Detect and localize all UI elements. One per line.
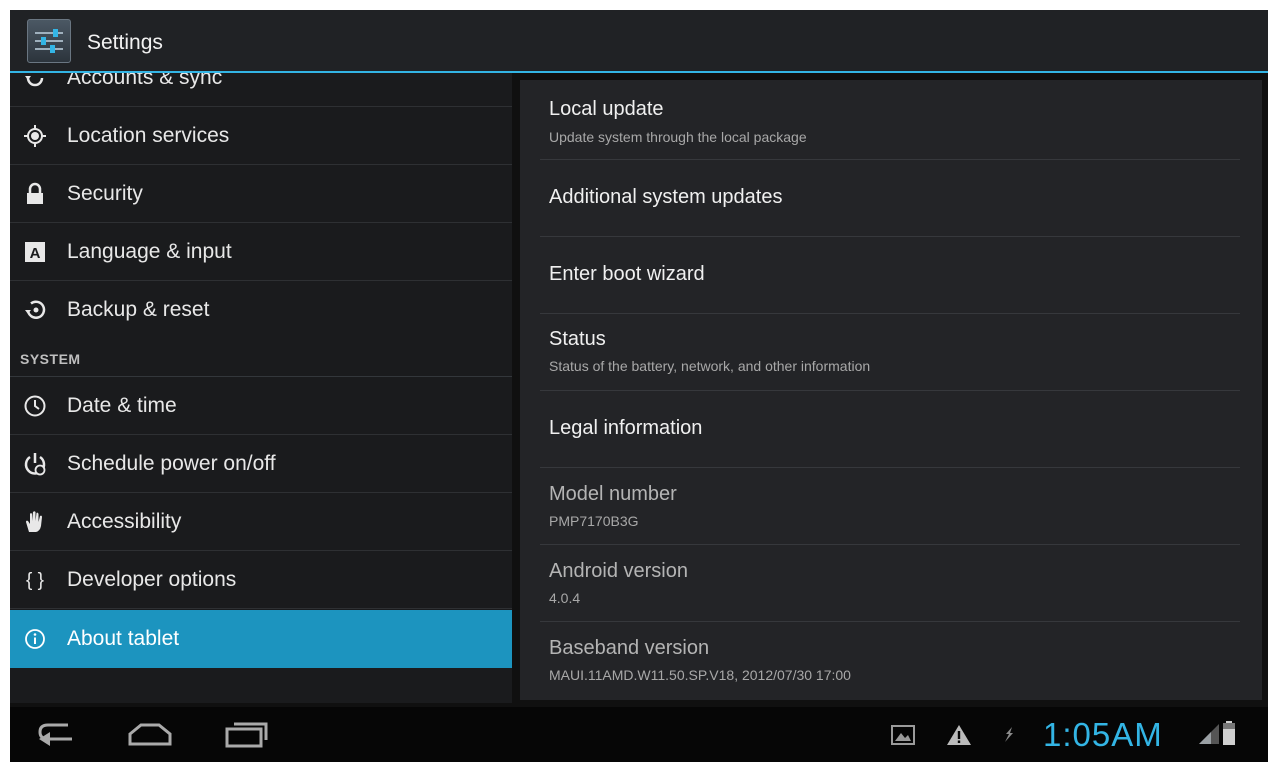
android-version-item[interactable]: Android version 4.0.4 xyxy=(540,545,1240,622)
recent-apps-icon[interactable] xyxy=(224,720,268,753)
item-subtitle: Update system through the local package xyxy=(549,129,807,145)
sidebar-item-label: Location services xyxy=(67,123,230,147)
sidebar-item-label: Backup & reset xyxy=(67,298,210,321)
item-value: 4.0.4 xyxy=(549,590,581,606)
sidebar-item-label: Accessibility xyxy=(67,509,182,533)
item-value: MAUI.11AMD.W11.50.SP.V18, 2012/07/30 17:… xyxy=(549,667,851,683)
item-subtitle: Status of the battery, network, and othe… xyxy=(549,358,871,374)
sync-icon xyxy=(22,73,48,91)
schedule-power-icon xyxy=(22,451,48,477)
lock-icon xyxy=(22,181,48,207)
sidebar-item-label: About tablet xyxy=(67,627,180,650)
settings-categories: Accounts & sync Location services Securi… xyxy=(10,73,512,703)
item-title: Enter boot wizard xyxy=(549,263,705,285)
sidebar-item-label: Date & time xyxy=(67,393,177,417)
item-title: Model number xyxy=(549,483,677,505)
backup-icon xyxy=(22,297,48,323)
sidebar-item-backup-reset[interactable]: Backup & reset xyxy=(10,281,512,339)
sidebar-item-schedule-power[interactable]: Schedule power on/off xyxy=(10,435,512,493)
item-title: Android version xyxy=(549,560,688,582)
item-title: Baseband version xyxy=(549,637,710,659)
item-title: Legal information xyxy=(549,417,703,439)
usb-debug-icon[interactable] xyxy=(1002,726,1016,749)
sidebar-item-label: Accounts & sync xyxy=(67,73,223,89)
sidebar-item-label: Developer options xyxy=(67,567,237,591)
sidebar-item-language-input[interactable]: A Language & input xyxy=(10,223,512,281)
sidebar-item-label: Security xyxy=(67,181,143,205)
section-header-label: SYSTEM xyxy=(20,351,81,367)
sidebar-item-accounts-sync[interactable]: Accounts & sync xyxy=(10,73,512,107)
tablet-screen: Settings Accounts & sync Location servic… xyxy=(10,10,1268,762)
info-icon xyxy=(22,626,48,652)
app-title: Settings xyxy=(87,31,163,54)
about-tablet-panel: Local update Update system through the l… xyxy=(520,80,1262,700)
back-icon[interactable] xyxy=(38,721,80,752)
warning-icon[interactable] xyxy=(946,724,972,751)
sidebar-item-developer-options[interactable]: { } Developer options xyxy=(10,551,512,609)
status-clock[interactable]: 1:05AM xyxy=(1043,716,1163,754)
additional-updates-item[interactable]: Additional system updates xyxy=(540,160,1240,237)
signal-icon xyxy=(1197,722,1221,751)
legal-info-item[interactable]: Legal information xyxy=(540,391,1240,468)
local-update-item[interactable]: Local update Update system through the l… xyxy=(540,80,1240,160)
item-title: Status xyxy=(549,328,606,350)
sidebar-item-about-tablet[interactable]: About tablet xyxy=(10,610,512,668)
sidebar-item-location[interactable]: Location services xyxy=(10,107,512,165)
settings-sliders-icon[interactable] xyxy=(27,19,71,63)
svg-text:A: A xyxy=(30,245,41,262)
gallery-icon[interactable] xyxy=(891,725,915,750)
sidebar-item-security[interactable]: Security xyxy=(10,165,512,223)
item-value: PMP7170B3G xyxy=(549,513,639,529)
sidebar-item-label: Schedule power on/off xyxy=(67,451,276,475)
sidebar-item-date-time[interactable]: Date & time xyxy=(10,377,512,435)
status-item[interactable]: Status Status of the battery, network, a… xyxy=(540,314,1240,391)
home-icon[interactable] xyxy=(127,722,173,751)
svg-text:{ }: { } xyxy=(26,570,44,591)
baseband-version-item: Baseband version MAUI.11AMD.W11.50.SP.V1… xyxy=(540,622,1240,699)
system-bar: 1:05AM xyxy=(10,707,1268,762)
action-bar: Settings xyxy=(10,10,1268,73)
braces-icon: { } xyxy=(22,567,48,593)
item-title: Local update xyxy=(549,98,664,120)
language-icon: A xyxy=(22,239,48,265)
hand-icon xyxy=(22,509,48,535)
battery-icon xyxy=(1222,720,1236,751)
clock-icon xyxy=(22,393,48,419)
section-header-system: SYSTEM xyxy=(10,339,512,377)
item-title: Additional system updates xyxy=(549,186,783,208)
sidebar-item-label: Language & input xyxy=(67,239,232,263)
boot-wizard-item[interactable]: Enter boot wizard xyxy=(540,237,1240,314)
sidebar-item-accessibility[interactable]: Accessibility xyxy=(10,493,512,551)
model-number-item: Model number PMP7170B3G xyxy=(540,468,1240,545)
location-icon xyxy=(22,123,48,149)
